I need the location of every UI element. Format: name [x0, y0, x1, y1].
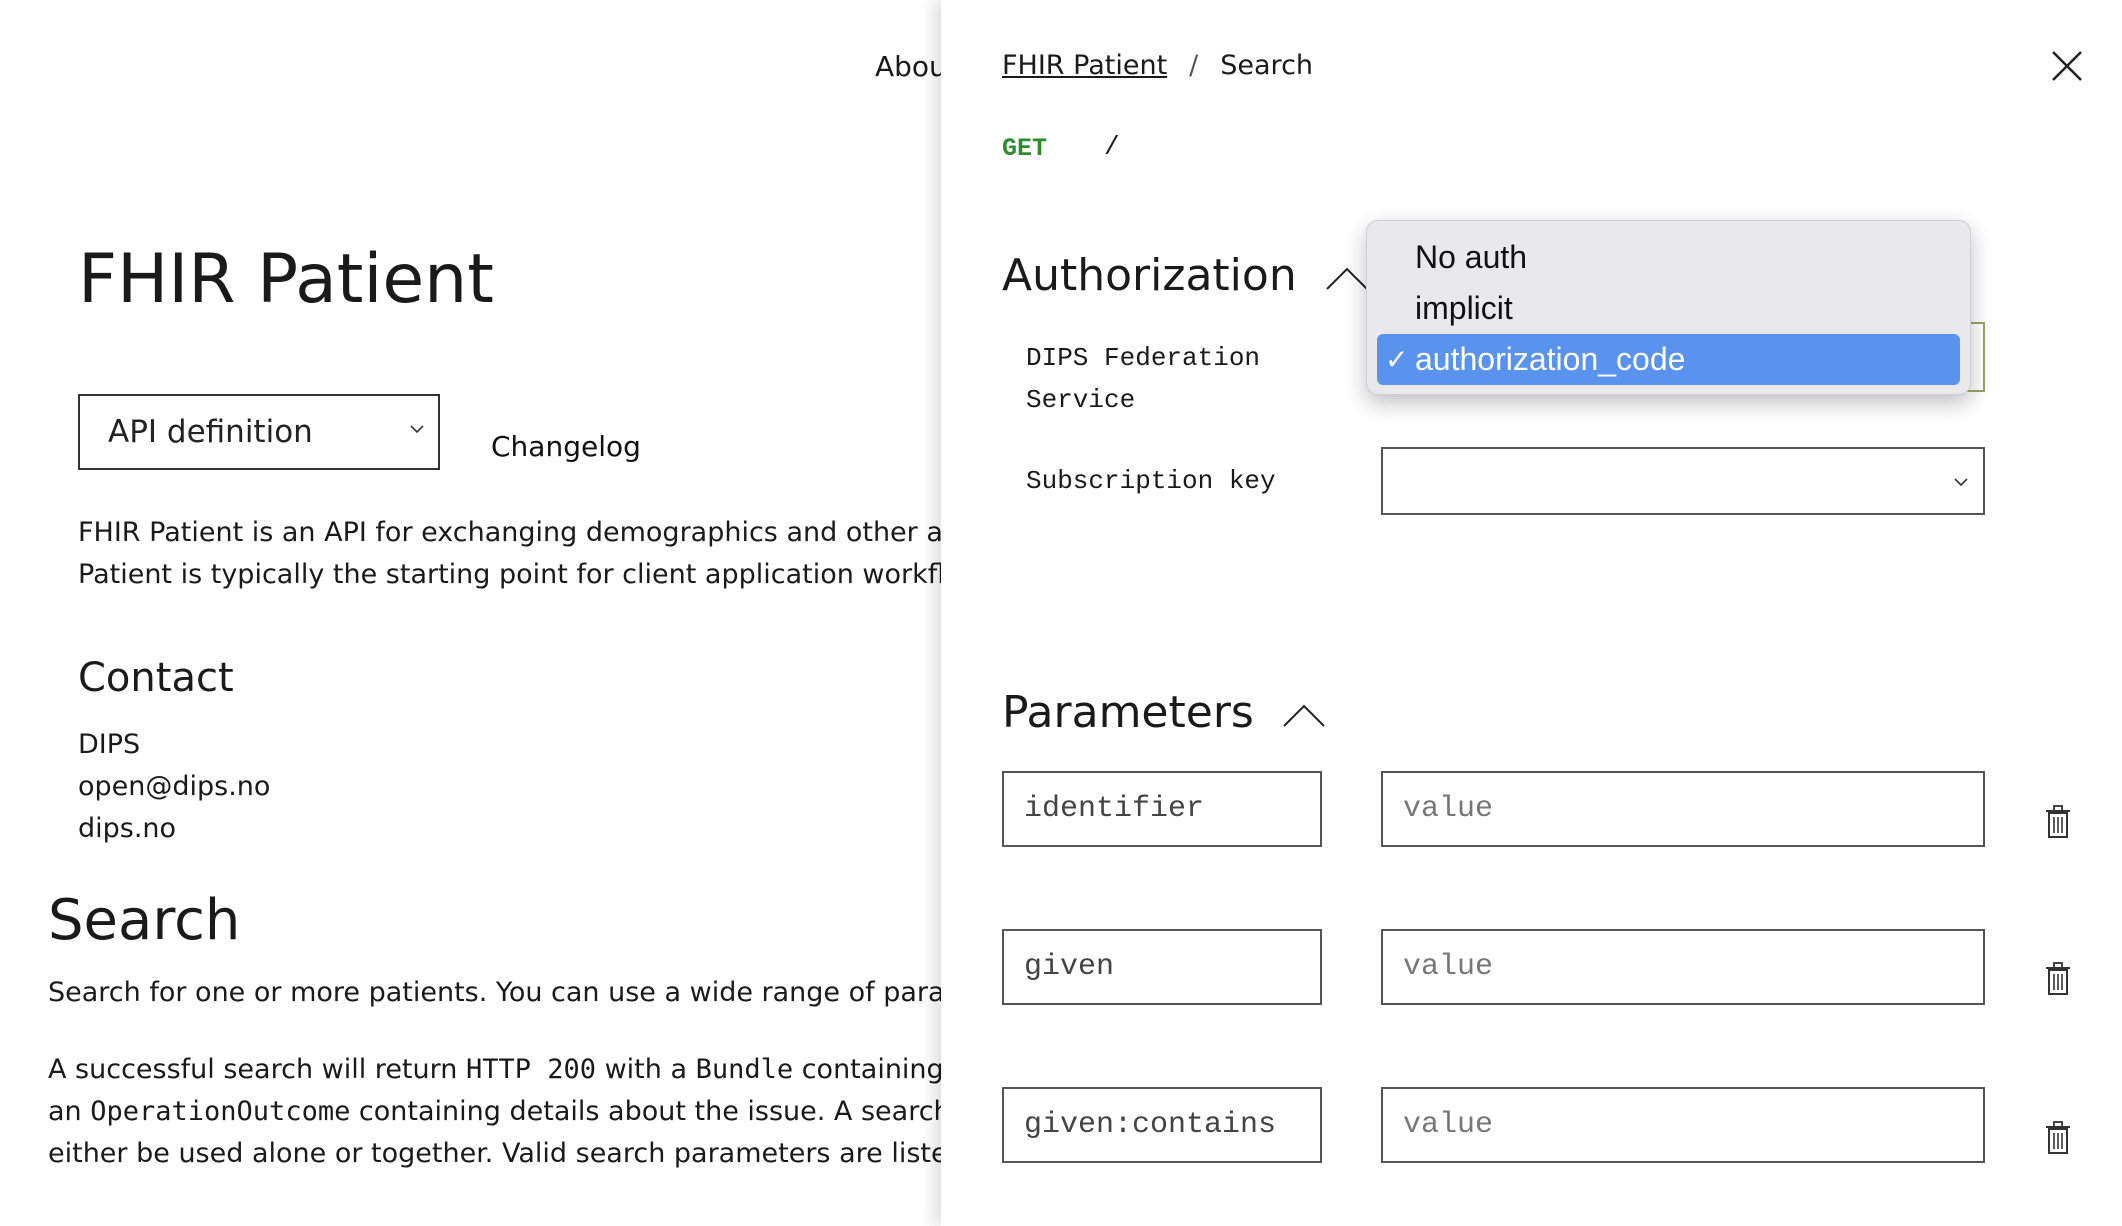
subscription-key-label: Subscription key — [1026, 466, 1276, 496]
authorization-heading[interactable]: Authorization — [1002, 250, 1369, 301]
success-line-2: an OperationOutcome containing details a… — [48, 1096, 941, 1127]
breadcrumb-link-fhir-patient[interactable]: FHIR Patient — [1002, 50, 1167, 81]
code-operation-outcome: OperationOutcome — [90, 1096, 351, 1127]
description-line: Patient is typically the starting point … — [78, 559, 941, 590]
api-description: FHIR Patient is an API for exchanging de… — [78, 512, 941, 596]
chevron-down-icon — [1954, 478, 1968, 487]
changelog-link[interactable]: Changelog — [491, 430, 641, 463]
api-docs-page: Abou FHIR Patient API definition Changel… — [0, 0, 941, 1226]
search-heading: Search — [48, 888, 241, 953]
chevron-up-icon — [1325, 267, 1368, 290]
api-definition-select-value: API definition — [108, 414, 313, 450]
dropdown-option-no-auth[interactable]: No auth — [1377, 232, 1960, 283]
param-value-input[interactable] — [1381, 771, 1985, 847]
parameters-heading[interactable]: Parameters — [1002, 687, 1326, 738]
checkmark-icon: ✓ — [1385, 344, 1409, 375]
code-bundle: Bundle — [695, 1054, 794, 1085]
close-icon[interactable] — [2049, 48, 2085, 84]
code-http-200: HTTP 200 — [465, 1054, 596, 1085]
param-name-input[interactable] — [1002, 1087, 1322, 1163]
http-method: GET — [1002, 134, 1048, 163]
contact-info: DIPS open@dips.no dips.no — [78, 724, 270, 850]
endpoint-path: / — [1104, 132, 1120, 162]
try-it-drawer: FHIR Patient / Search GET / Authorization … — [941, 0, 2122, 1226]
description-line: FHIR Patient is an API for exchanging de… — [78, 517, 941, 548]
page-title: FHIR Patient — [78, 240, 494, 319]
contact-heading: Contact — [78, 655, 234, 701]
authorization-title: Authorization — [1002, 250, 1297, 301]
option-label: No auth — [1415, 239, 1528, 275]
search-description: Search for one or more patients. You can… — [48, 977, 941, 1008]
success-line-3: either be used alone or together. Valid … — [48, 1138, 941, 1169]
contact-website[interactable]: dips.no — [78, 808, 270, 850]
param-value-input[interactable] — [1381, 929, 1985, 1005]
parameters-title: Parameters — [1002, 687, 1254, 738]
auth-flow-dropdown: No auth implicit ✓ authorization_code — [1366, 220, 1971, 395]
breadcrumb: FHIR Patient / Search — [1002, 50, 1313, 81]
option-label: authorization_code — [1415, 341, 1686, 377]
option-label: implicit — [1415, 290, 1513, 326]
breadcrumb-current: Search — [1220, 50, 1314, 81]
trash-icon[interactable] — [2044, 805, 2072, 839]
dropdown-option-implicit[interactable]: implicit — [1377, 283, 1960, 334]
trash-icon[interactable] — [2044, 1121, 2072, 1155]
success-line-1: A successful search will return HTTP 200… — [48, 1054, 941, 1085]
breadcrumb-separator: / — [1189, 50, 1199, 81]
chevron-up-icon — [1283, 704, 1325, 727]
param-name-input[interactable] — [1002, 929, 1322, 1005]
trash-icon[interactable] — [2044, 962, 2072, 996]
contact-email[interactable]: open@dips.no — [78, 766, 270, 808]
param-value-input[interactable] — [1381, 1087, 1985, 1163]
param-name-input[interactable] — [1002, 771, 1322, 847]
contact-org: DIPS — [78, 729, 141, 760]
subscription-key-select[interactable] — [1381, 447, 1985, 515]
dips-federation-label: DIPS Federation Service — [1026, 343, 1261, 415]
dropdown-option-authorization-code[interactable]: ✓ authorization_code — [1377, 334, 1960, 385]
search-success-description: A successful search will return HTTP 200… — [48, 1049, 941, 1175]
nav-link-about[interactable]: Abou — [875, 50, 941, 83]
chevron-down-icon — [410, 425, 424, 434]
api-definition-select[interactable]: API definition — [78, 394, 440, 470]
